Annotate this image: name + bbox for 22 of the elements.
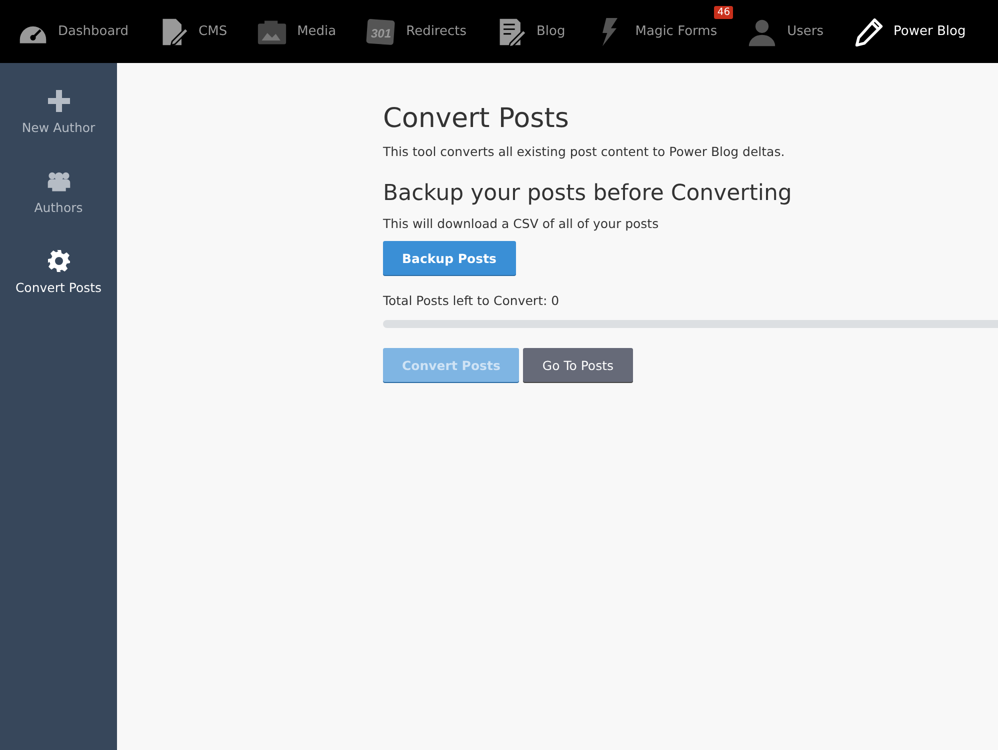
sidebar-item[interactable]: New Author [0, 89, 117, 135]
plus-icon [46, 89, 70, 113]
nav-item[interactable]: CMS [158, 12, 228, 52]
count-badge: 46 [714, 6, 734, 18]
nav-item[interactable]: Power Blog [854, 12, 966, 52]
nav-item[interactable]: Magic Forms 46 [595, 6, 734, 58]
nav-item[interactable]: 301 Redirects [366, 12, 467, 52]
section-heading: Backup your posts before Converting [383, 181, 793, 206]
intro-text: This tool converts all existing post content to Power Blog deltas. [383, 144, 786, 159]
nav-item[interactable]: Dashboard [18, 12, 129, 52]
nav-item[interactable]: Blog [496, 12, 566, 52]
sidebar-item[interactable]: Convert Posts [0, 249, 117, 295]
action-button[interactable]: Go To Posts [523, 348, 632, 382]
remaining-count: Total Posts left to Convert: 0 [383, 293, 560, 308]
backup-description: This will download a CSV of all of your posts [383, 216, 660, 231]
redirect-icon: 301 [366, 16, 396, 46]
pencil-icon [854, 16, 884, 46]
nav-item[interactable]: Users [747, 12, 824, 52]
sidebar-item[interactable]: Authors [0, 169, 117, 215]
nav-item[interactable]: Media [257, 12, 336, 52]
settings-icon [46, 249, 70, 273]
page-title: Convert Posts [383, 103, 570, 134]
